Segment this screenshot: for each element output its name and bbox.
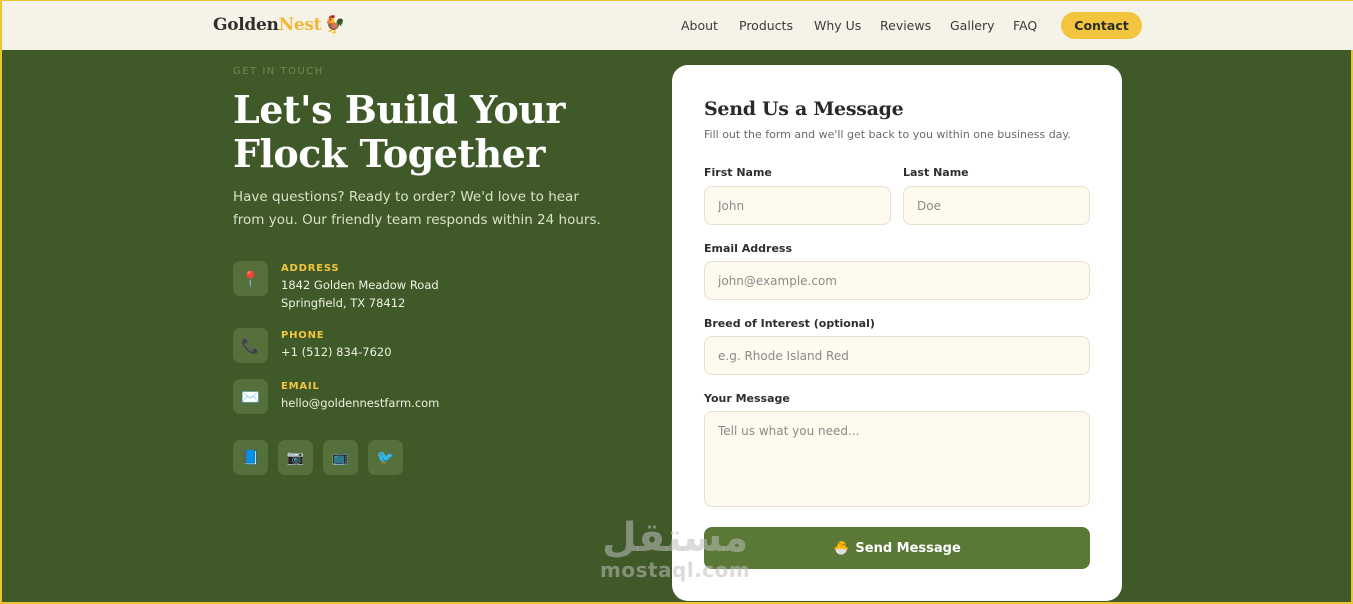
send-message-button[interactable]: 🐣 Send Message	[704, 527, 1090, 569]
book-icon[interactable]: 📘	[233, 440, 268, 475]
social-links: 📘 📷 📺 🐦	[233, 440, 403, 475]
envelope-icon: ✉️	[233, 379, 268, 414]
brand-logo[interactable]: GoldenNest 🐓	[213, 15, 345, 35]
email-block: ✉️ EMAIL hello@goldennestfarm.com	[233, 379, 439, 414]
watermark-latin: mostaql.com	[600, 558, 751, 582]
first-name-label: First Name	[704, 166, 772, 179]
form-subtitle: Fill out the form and we'll get back to …	[704, 128, 1071, 141]
breed-label: Breed of Interest (optional)	[704, 317, 875, 330]
title-line-1: Let's Build Your	[233, 87, 565, 132]
section-eyebrow: GET IN TOUCH	[233, 66, 324, 77]
page-title: Let's Build Your Flock Together	[233, 88, 653, 176]
phone-block: 📞 PHONE +1 (512) 834-7620	[233, 328, 392, 363]
email-field-label: Email Address	[704, 242, 793, 255]
phone-icon: 📞	[233, 328, 268, 363]
contact-button[interactable]: Contact	[1061, 12, 1142, 39]
send-message-label: Send Message	[855, 540, 961, 556]
nav-link-gallery[interactable]: Gallery	[950, 18, 995, 33]
brand-name-accent: Nest	[278, 15, 322, 35]
top-navbar: GoldenNest 🐓 About Products Why Us Review…	[2, 0, 1353, 50]
nav-link-products[interactable]: Products	[739, 18, 793, 33]
phone-number[interactable]: +1 (512) 834-7620	[281, 343, 392, 361]
address-label: ADDRESS	[281, 263, 340, 274]
message-label: Your Message	[704, 392, 790, 405]
nav-link-about[interactable]: About	[681, 18, 718, 33]
address-block: 📍 ADDRESS 1842 Golden Meadow Road Spring…	[233, 261, 439, 312]
first-name-field[interactable]	[704, 186, 891, 225]
watermark-arabic: مستقل	[601, 515, 749, 561]
phone-label: PHONE	[281, 330, 325, 341]
pin-icon: 📍	[233, 261, 268, 296]
email-address[interactable]: hello@goldennestfarm.com	[281, 394, 439, 412]
message-textarea[interactable]	[704, 411, 1090, 507]
intro-text: Have questions? Ready to order? We'd lov…	[233, 189, 601, 228]
chick-icon: 🐣	[833, 540, 850, 556]
title-line-2: Flock Together	[233, 131, 545, 176]
form-title: Send Us a Message	[704, 98, 904, 120]
nav-link-reviews[interactable]: Reviews	[880, 18, 931, 33]
address-line-1: 1842 Golden Meadow Road	[281, 278, 439, 292]
email-label: EMAIL	[281, 381, 320, 392]
bird-icon[interactable]: 🐦	[368, 440, 403, 475]
breed-field[interactable]	[704, 336, 1090, 375]
camera-icon[interactable]: 📷	[278, 440, 313, 475]
nav-link-faq[interactable]: FAQ	[1013, 18, 1037, 33]
address-line-2: Springfield, TX 78412	[281, 296, 406, 310]
brand-name-primary: Golden	[213, 15, 279, 35]
email-field[interactable]	[704, 261, 1090, 300]
watermark: مستقل mostaql.com	[600, 518, 750, 582]
nav-link-why-us[interactable]: Why Us	[814, 18, 861, 33]
tv-icon[interactable]: 📺	[323, 440, 358, 475]
last-name-field[interactable]	[903, 186, 1090, 225]
rooster-icon: 🐓	[324, 15, 346, 35]
last-name-label: Last Name	[903, 166, 969, 179]
